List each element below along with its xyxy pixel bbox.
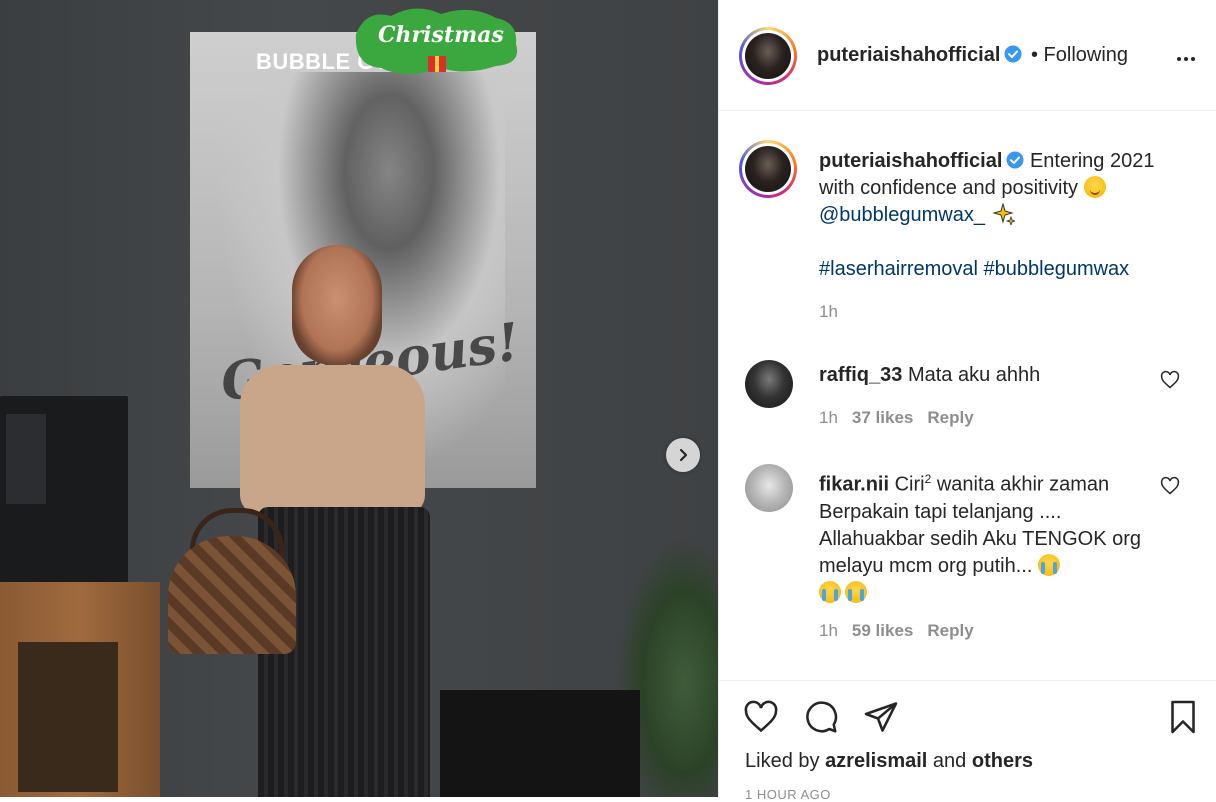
heart-icon [744,700,778,733]
more-horizontal-icon [1177,56,1181,61]
post-photo[interactable]: BUBBLE GUM Gorgeous! Christmas [0,0,718,797]
comment-text: Ciri [894,473,925,496]
comment-avatar[interactable] [745,360,793,408]
wooden-shelf [0,582,160,797]
post-header: puteriaishahofficial • Following [719,0,1216,111]
comment-likes[interactable]: 37 likes [852,408,913,427]
caption-hashtags[interactable]: #laserhairremoval #bubblegumwax [819,258,1129,280]
liked-by-prefix: Liked by [745,750,820,772]
comment-text: Mata aku ahhh [907,364,1041,386]
comment-meta: 1h 37 likes Reply [819,408,974,428]
caption-avatar[interactable] [739,140,797,198]
header-avatar[interactable] [739,27,797,85]
caption-mention[interactable]: @bubblegumwax_ [819,204,985,226]
sparkles-icon [991,202,1016,227]
liked-by-user[interactable]: azrelismail [825,750,927,772]
caption-time[interactable]: 1h [819,302,838,322]
crying-face-emoji [845,580,867,603]
liked-by-text: Liked by azrelismail and others [745,750,1033,773]
liked-by-others[interactable]: others [972,750,1033,772]
comment-time[interactable]: 1h [819,408,838,427]
following-status[interactable]: • Following [1031,44,1128,67]
share-button[interactable] [863,699,899,735]
christmas-sign: Christmas [355,8,518,74]
handbag [168,536,296,654]
chevron-right-icon [679,448,688,462]
reply-button[interactable]: Reply [927,621,973,640]
comment-time[interactable]: 1h [819,621,838,640]
comment-bubble-icon [806,701,838,733]
more-options-button[interactable] [1171,44,1201,68]
christmas-sign-text: Christmas [378,22,504,48]
comment-like-button[interactable] [1159,476,1181,498]
comment-username[interactable]: raffiq_33 [819,364,902,386]
like-button[interactable] [743,699,779,735]
header-username[interactable]: puteriaishahofficial [817,44,1000,66]
next-photo-button[interactable] [666,438,700,472]
paper-plane-icon [864,702,898,732]
post-caption: puteriaishahofficial Entering 2021 with … [819,148,1191,283]
heart-icon [1160,370,1180,389]
comment-superscript: 2 [924,472,932,486]
header-user: puteriaishahofficial [817,44,1022,67]
comment-username[interactable]: fikar.nii [819,474,889,496]
save-button[interactable] [1165,699,1201,735]
comment-likes[interactable]: 59 likes [852,621,913,640]
comment: fikar.nii Ciri2 wanita akhir zaman Berpa… [819,466,1145,607]
verified-badge-icon [1004,45,1022,63]
liked-by-and: and [932,750,967,772]
post-timestamp[interactable]: 1 HOUR AGO [745,787,831,802]
verified-badge-icon [1006,151,1024,169]
comment: raffiq_33 Mata aku ahhh [819,362,1145,389]
post-side-panel: puteriaishahofficial • Following puteria… [718,0,1216,802]
bookmark-icon [1171,700,1195,734]
reply-button[interactable]: Reply [927,408,973,427]
comment-meta: 1h 59 likes Reply [819,621,974,641]
crying-face-emoji [819,580,841,603]
winking-face-emoji [1083,176,1106,198]
comment-button[interactable] [803,699,839,735]
comment-avatar[interactable] [745,464,793,512]
crying-face-emoji [1037,553,1060,576]
caption-username[interactable]: puteriaishahofficial [819,150,1002,172]
heart-icon [1160,476,1180,495]
bench [440,690,640,797]
comment-like-button[interactable] [1159,370,1181,392]
post-actions: Liked by azrelismail and others 1 HOUR A… [719,680,1216,802]
